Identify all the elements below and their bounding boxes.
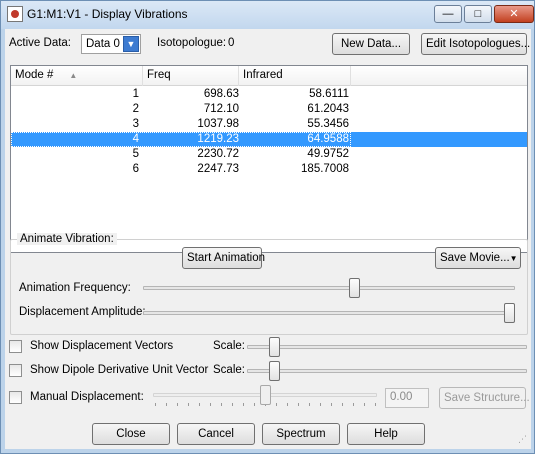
animate-vibration-title: Animate Vibration: (17, 233, 117, 245)
slider-tick (166, 403, 167, 406)
active-data-value: Data 0 (86, 38, 120, 50)
active-data-label: Active Data: (9, 37, 71, 49)
active-data-select[interactable]: Data 0 ▼ (81, 34, 141, 54)
slider-tick (298, 403, 299, 406)
chevron-down-icon[interactable]: ▼ (123, 36, 139, 52)
maximize-icon[interactable]: □ (464, 5, 492, 23)
column-header-freq[interactable]: Freq (143, 66, 239, 86)
cell-freq: 712.10 (203, 103, 239, 115)
isotopologue-value: 0 (228, 37, 235, 49)
spectrum-button[interactable]: Spectrum (262, 423, 340, 445)
minimize-icon[interactable]: — (434, 5, 462, 23)
cell-ir: 61.2043 (307, 103, 349, 115)
slider-tick (342, 403, 343, 406)
dipole-scale-track[interactable] (247, 369, 527, 373)
slider-tick (375, 403, 376, 406)
new-data-button[interactable]: New Data... (332, 33, 410, 55)
vector-scale-slider[interactable] (268, 337, 280, 357)
slider-tick (364, 403, 365, 406)
title-bar[interactable]: G1:M1:V1 - Display Vibrations — □ ✕ (1, 1, 534, 29)
list-header: Mode # ▲ Freq Infrared (11, 66, 527, 86)
show-dipole-label: Show Dipole Derivative Unit Vector (30, 364, 209, 376)
slider-tick (232, 403, 233, 406)
list-rows: 1 698.63 58.6111 2 712.10 61.2043 3 1037.98 55.3… (11, 87, 527, 177)
cell-mode: 6 (132, 163, 139, 175)
cell-mode: 3 (132, 118, 139, 130)
cell-mode: 5 (132, 148, 139, 160)
vibration-mode-list[interactable]: Mode # ▲ Freq Infrared 1 698.63 58.6111 2 712… (10, 65, 528, 253)
close-button[interactable]: Close (92, 423, 170, 445)
table-row[interactable]: 6 2247.73 185.7008 (11, 162, 527, 177)
start-animation-button[interactable]: Start Animation (182, 247, 265, 269)
displacement-amplitude-slider[interactable] (504, 303, 515, 323)
cell-freq: 1037.98 (197, 118, 239, 130)
slider-tick (353, 403, 354, 406)
slider-tick (155, 403, 156, 406)
manual-displacement-label: Manual Displacement: (30, 391, 144, 403)
help-button[interactable]: Help (347, 423, 425, 445)
cell-ir: 58.6111 (309, 88, 349, 100)
slider-tick (276, 403, 277, 406)
table-row[interactable]: 3 1037.98 55.3456 (11, 117, 527, 132)
slider-tick (210, 403, 211, 406)
dropdown-arrow-icon: ▼ (509, 254, 518, 263)
sort-ascending-icon: ▲ (69, 71, 78, 80)
vector-scale-label: Scale: (213, 340, 245, 352)
slider-tick (199, 403, 200, 406)
cell-ir: 55.3456 (307, 118, 349, 130)
cell-freq: 2230.72 (197, 148, 239, 160)
table-row[interactable]: 4 1219.23 64.9588 (11, 132, 527, 147)
column-header-infrared[interactable]: Infrared (239, 66, 351, 86)
slider-tick (177, 403, 178, 406)
close-icon[interactable]: ✕ (494, 5, 534, 23)
slider-tick (221, 403, 222, 406)
displacement-amplitude-track[interactable] (143, 311, 515, 315)
isotopologue-label: Isotopologue: (157, 37, 227, 49)
animation-frequency-label: Animation Frequency: (19, 282, 131, 294)
app-icon (7, 6, 23, 22)
dipole-scale-label: Scale: (213, 364, 245, 376)
slider-tick (188, 403, 189, 406)
cancel-button[interactable]: Cancel (177, 423, 255, 445)
cell-ir: 64.9588 (307, 133, 349, 145)
cell-mode: 4 (132, 133, 139, 145)
slider-tick (243, 403, 244, 406)
show-displacement-vectors-label: Show Displacement Vectors (30, 340, 174, 352)
table-row[interactable]: 5 2230.72 49.9752 (11, 147, 527, 162)
manual-displacement-checkbox[interactable] (9, 391, 22, 404)
display-vibrations-window: G1:M1:V1 - Display Vibrations — □ ✕ Acti… (0, 0, 535, 454)
save-structure-button[interactable]: Save Structure... (439, 387, 530, 409)
cell-mode: 2 (132, 103, 139, 115)
resize-grip-icon[interactable]: ⋰ (518, 434, 527, 445)
table-row[interactable]: 1 698.63 58.6111 (11, 87, 527, 102)
animation-frequency-track[interactable] (143, 286, 515, 290)
cell-freq: 698.63 (203, 88, 239, 100)
slider-tick (287, 403, 288, 406)
cell-ir: 49.9752 (307, 148, 349, 160)
manual-displacement-slider[interactable] (259, 385, 271, 405)
window-title: G1:M1:V1 - Display Vibrations (27, 7, 188, 21)
cell-mode: 1 (132, 88, 139, 100)
slider-tick (309, 403, 310, 406)
show-dipole-checkbox[interactable] (9, 364, 22, 377)
dialog-body: Active Data: Data 0 ▼ Isotopologue: 0 Ne… (5, 29, 531, 449)
slider-tick (331, 403, 332, 406)
slider-tick (254, 403, 255, 406)
animation-frequency-slider[interactable] (348, 278, 360, 298)
slider-tick (320, 403, 321, 406)
edit-isotopologues-button[interactable]: Edit Isotopologues... (421, 33, 530, 55)
cell-freq: 2247.73 (197, 163, 239, 175)
cell-freq: 1219.23 (197, 133, 239, 145)
show-displacement-vectors-checkbox[interactable] (9, 340, 22, 353)
manual-displacement-value[interactable]: 0.00 (385, 388, 429, 408)
vector-scale-track[interactable] (247, 345, 527, 349)
save-movie-button[interactable]: Save Movie...▼ (435, 247, 521, 269)
table-row[interactable]: 2 712.10 61.2043 (11, 102, 527, 117)
column-header-mode[interactable]: Mode # ▲ (11, 66, 143, 86)
displacement-amplitude-label: Displacement Amplitude: (19, 306, 146, 318)
cell-ir: 185.7008 (301, 163, 349, 175)
dipole-scale-slider[interactable] (268, 361, 280, 381)
